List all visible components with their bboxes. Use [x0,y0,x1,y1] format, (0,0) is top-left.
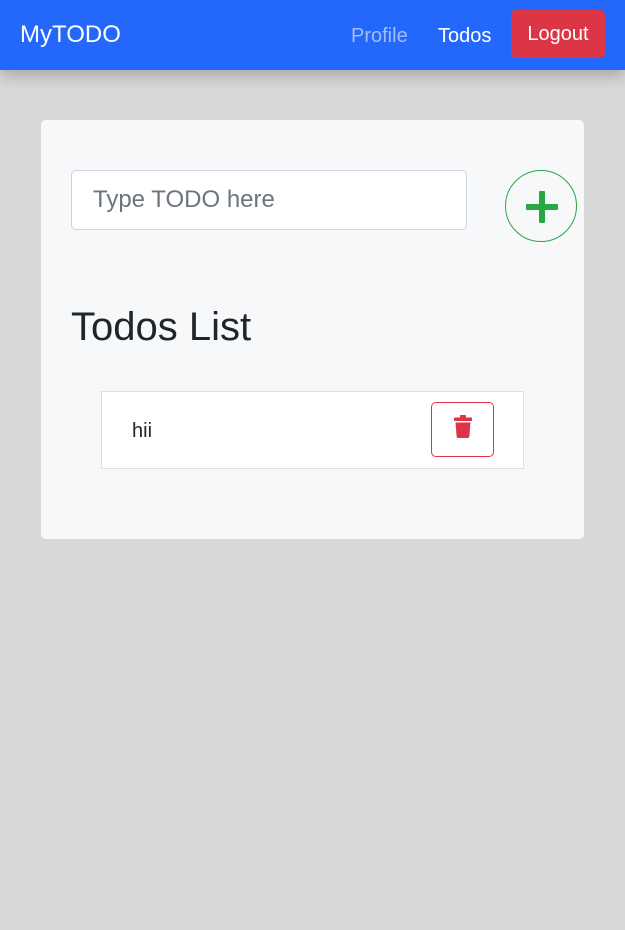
delete-todo-button[interactable] [431,402,494,457]
add-todo-button[interactable] [505,170,577,242]
todo-input[interactable] [71,170,467,230]
brand-logo[interactable]: MyTODO [20,20,121,50]
todo-card: Todos List hii [41,120,584,539]
todo-item-text: hii [132,420,153,442]
nav-link-profile[interactable]: Profile [351,24,408,48]
logout-button[interactable]: Logout [511,10,605,58]
navbar: MyTODO Profile Todos Logout [0,0,625,70]
trash-icon [454,415,472,438]
todos-list-title: Todos List [71,305,252,349]
todo-item: hii [101,391,524,469]
nav-link-todos[interactable]: Todos [438,24,491,48]
plus-icon [526,191,558,223]
